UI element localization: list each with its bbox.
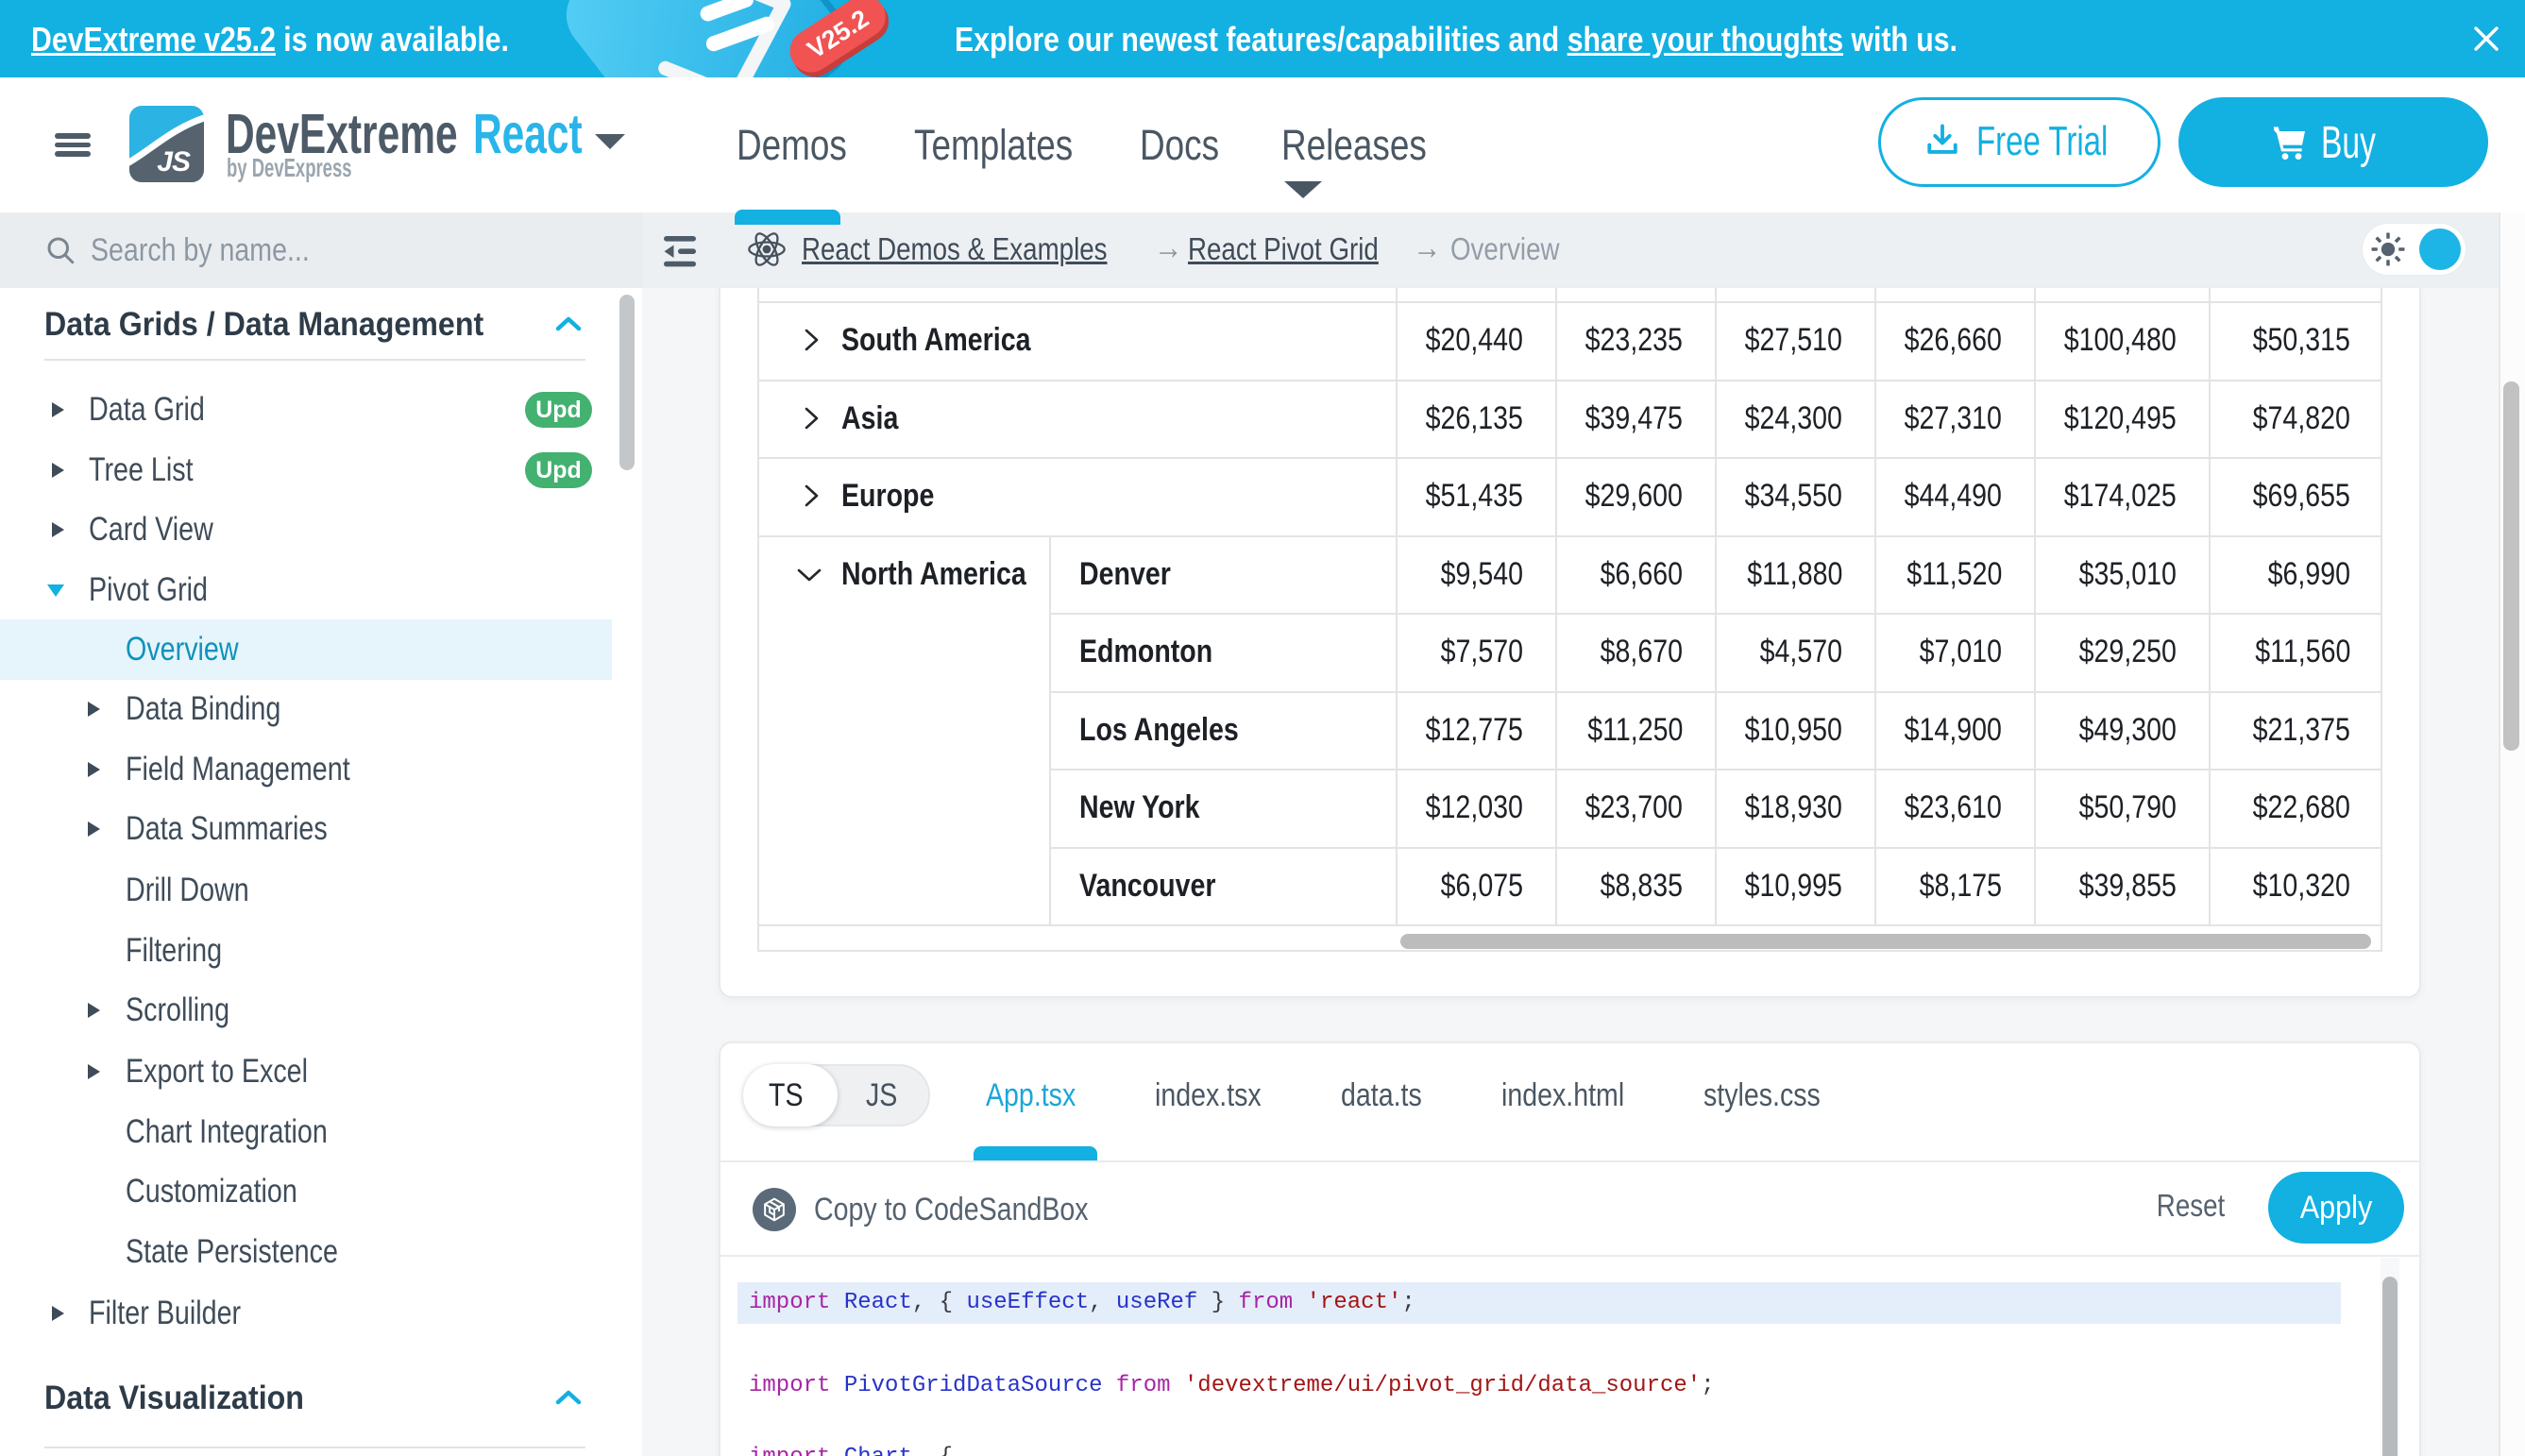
svg-text:JS: JS (157, 146, 191, 178)
